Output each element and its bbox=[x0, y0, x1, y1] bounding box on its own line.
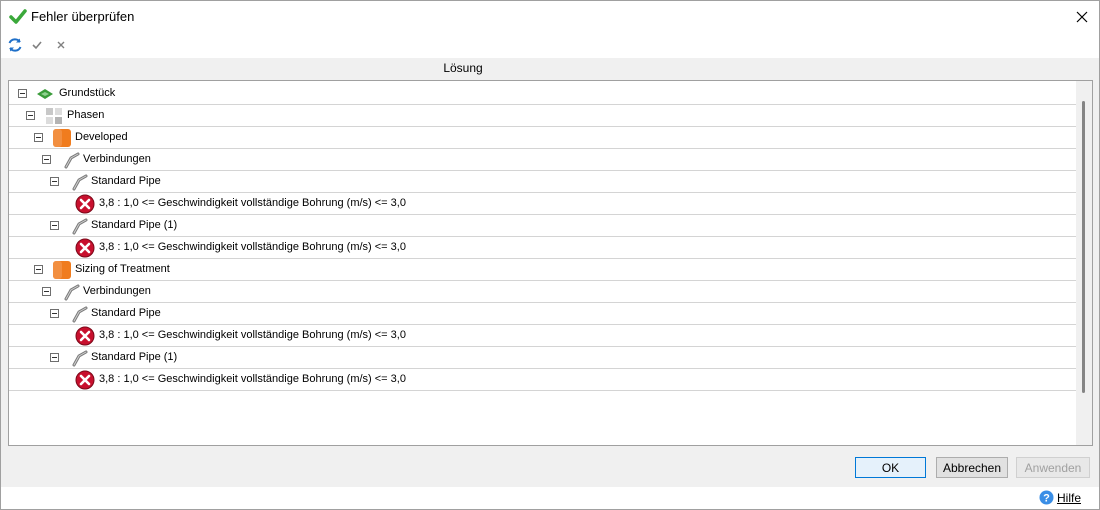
tree-node-label: 3,8 : 1,0 <= Geschwindigkeit vollständig… bbox=[99, 241, 406, 253]
tree-row[interactable]: Standard Pipe bbox=[9, 303, 1077, 325]
collapse-toggle[interactable] bbox=[42, 287, 51, 296]
error-icon bbox=[75, 370, 95, 390]
collapse-toggle[interactable] bbox=[50, 353, 59, 362]
refresh-button[interactable] bbox=[5, 35, 25, 55]
close-button[interactable] bbox=[1065, 1, 1099, 32]
tree-node-label: 3,8 : 1,0 <= Geschwindigkeit vollständig… bbox=[99, 373, 406, 385]
window-title: Fehler überprüfen bbox=[31, 9, 135, 24]
pipe-icon bbox=[70, 305, 90, 323]
tree-node-label: Standard Pipe bbox=[91, 307, 161, 319]
ok-button[interactable]: OK bbox=[855, 457, 926, 478]
close-icon bbox=[1076, 11, 1088, 22]
toolbar bbox=[1, 32, 1099, 58]
phase-orange-icon bbox=[52, 261, 72, 279]
error-icon bbox=[75, 326, 95, 346]
collapse-toggle[interactable] bbox=[34, 265, 43, 274]
status-strip bbox=[1, 487, 1099, 509]
tree-node-label: Standard Pipe (1) bbox=[91, 351, 178, 363]
tree-node-label: Developed bbox=[75, 131, 128, 143]
refresh-icon bbox=[8, 38, 22, 52]
title-bar: Fehler überprüfen bbox=[1, 1, 1099, 32]
tree-row[interactable]: Phasen bbox=[9, 105, 1077, 127]
collapse-toggle[interactable] bbox=[50, 177, 59, 186]
cancel-button[interactable]: Abbrechen bbox=[936, 457, 1008, 478]
tree-node-label: Phasen bbox=[67, 109, 105, 121]
tree-row-error[interactable]: 3,8 : 1,0 <= Geschwindigkeit vollständig… bbox=[9, 237, 1077, 259]
pipe-icon bbox=[62, 283, 82, 301]
tree-row[interactable]: Standard Pipe (1) bbox=[9, 215, 1077, 237]
collapse-toggle[interactable] bbox=[42, 155, 51, 164]
collapse-toggle[interactable] bbox=[26, 111, 35, 120]
tree-row[interactable]: Verbindungen bbox=[9, 149, 1077, 171]
tree-row-error[interactable]: 3,8 : 1,0 <= Geschwindigkeit vollständig… bbox=[9, 193, 1077, 215]
pipe-icon bbox=[70, 349, 90, 367]
tree-row[interactable]: Standard Pipe bbox=[9, 171, 1077, 193]
collapse-toggle[interactable] bbox=[34, 133, 43, 142]
tree-node-label: Verbindungen bbox=[83, 153, 151, 165]
collapse-toggle[interactable] bbox=[50, 309, 59, 318]
collapse-toggle[interactable] bbox=[50, 221, 59, 230]
svg-text:?: ? bbox=[1043, 493, 1050, 505]
tree-node-label: Standard Pipe bbox=[91, 175, 161, 187]
phases-icon bbox=[44, 107, 64, 125]
collapse-toggle[interactable] bbox=[18, 89, 27, 98]
help-label: Hilfe bbox=[1056, 490, 1081, 505]
pipe-icon bbox=[70, 217, 90, 235]
reject-button[interactable] bbox=[51, 35, 71, 55]
error-icon bbox=[75, 194, 95, 214]
vertical-scrollbar[interactable] bbox=[1076, 81, 1092, 445]
x-icon bbox=[57, 41, 65, 49]
help-link[interactable]: ? Hilfe bbox=[1039, 490, 1081, 505]
tree-row-error[interactable]: 3,8 : 1,0 <= Geschwindigkeit vollständig… bbox=[9, 325, 1077, 347]
tree-row[interactable]: Standard Pipe (1) bbox=[9, 347, 1077, 369]
tree-node-label: Grundstück bbox=[59, 87, 116, 99]
checkmark-icon bbox=[9, 9, 27, 24]
tree-row[interactable]: Sizing of Treatment bbox=[9, 259, 1077, 281]
pipe-icon bbox=[70, 173, 90, 191]
tree-row[interactable]: Grundstück bbox=[9, 83, 1077, 105]
pipe-icon bbox=[62, 151, 82, 169]
error-icon bbox=[75, 238, 95, 258]
scroll-thumb[interactable] bbox=[1082, 101, 1085, 393]
error-tree[interactable]: 3,8 : 1,0 <= Geschwindigkeit vollständig… bbox=[8, 80, 1093, 446]
accept-button[interactable] bbox=[27, 35, 47, 55]
tree-row-error[interactable]: 3,8 : 1,0 <= Geschwindigkeit vollständig… bbox=[9, 369, 1077, 391]
apply-button[interactable]: Anwenden bbox=[1016, 457, 1090, 478]
tree-node-label: Sizing of Treatment bbox=[75, 263, 170, 275]
check-icon bbox=[32, 41, 42, 50]
tree-row[interactable]: Verbindungen bbox=[9, 281, 1077, 303]
tree-row[interactable]: Developed bbox=[9, 127, 1077, 149]
tree-node-label: 3,8 : 1,0 <= Geschwindigkeit vollständig… bbox=[99, 197, 406, 209]
column-header-solution: Lösung bbox=[443, 61, 483, 75]
site-icon bbox=[35, 85, 55, 103]
tree-node-label: Verbindungen bbox=[83, 285, 151, 297]
phase-orange-icon bbox=[52, 129, 72, 147]
help-icon: ? bbox=[1039, 490, 1054, 505]
tree-node-label: 3,8 : 1,0 <= Geschwindigkeit vollständig… bbox=[99, 329, 406, 341]
tree-node-label: Standard Pipe (1) bbox=[91, 219, 178, 231]
dialog-window: Fehler überprüfen Lösung 3,8: 1,0 <= Ge… bbox=[0, 0, 1100, 510]
